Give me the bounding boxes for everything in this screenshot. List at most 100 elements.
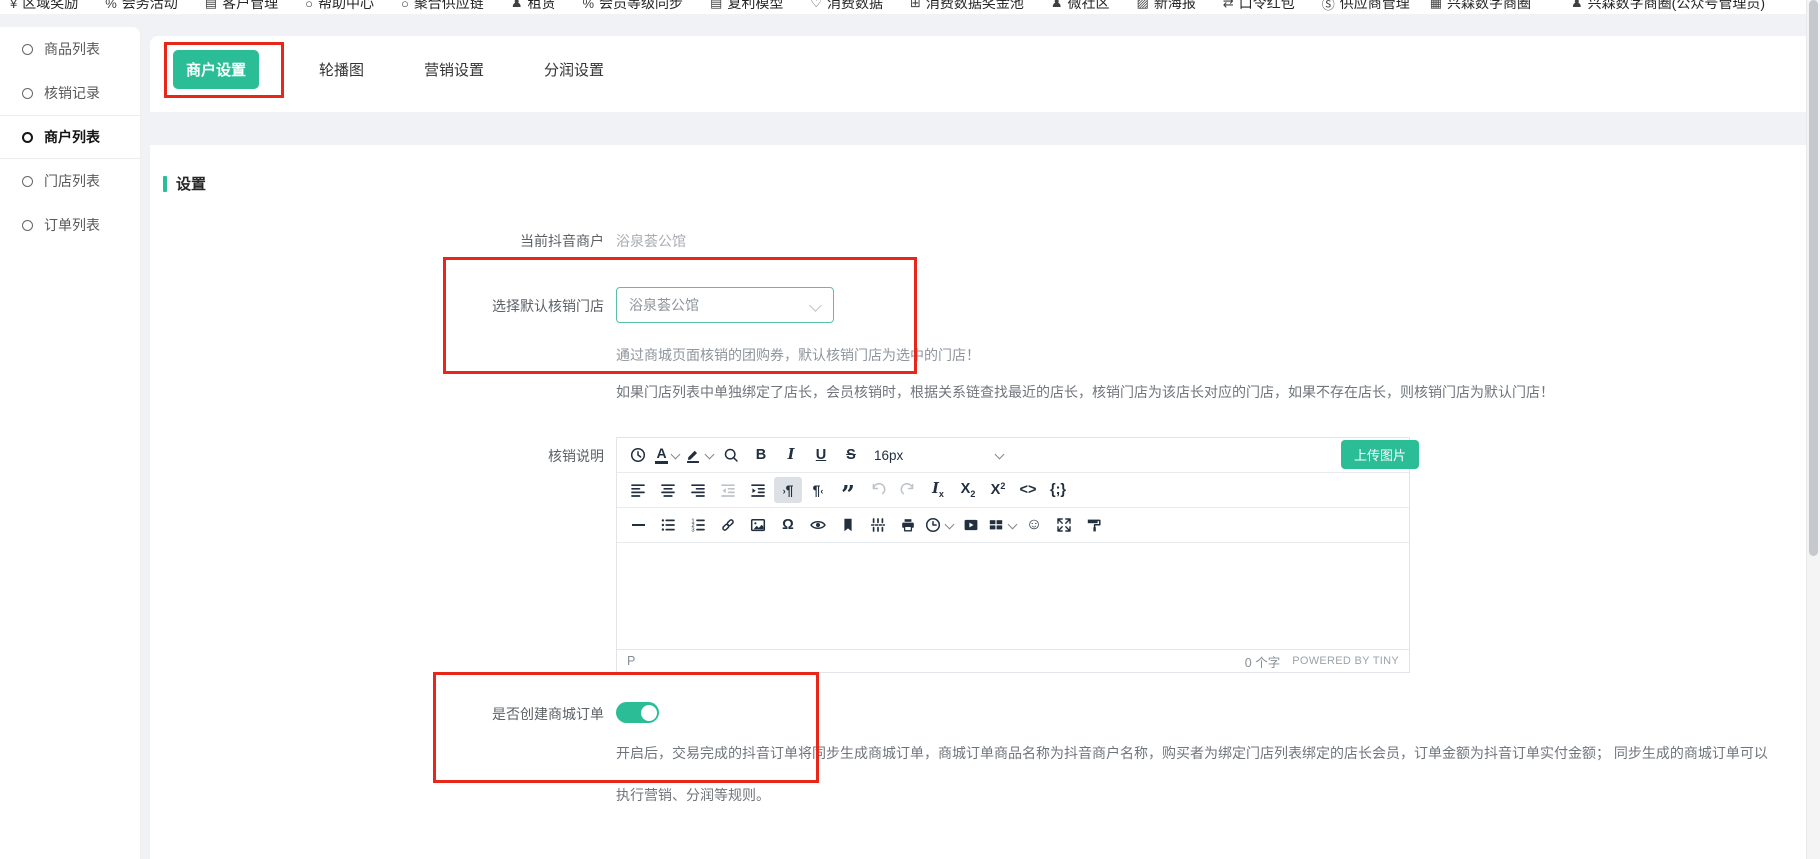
merchant-label: 当前抖音商户 <box>350 231 604 251</box>
editor-toolbar-row-2: ›¶¶‹”IxX2X2<>{;} <box>617 473 1409 508</box>
toolbar-icons: 123 Ω ☺ <box>623 512 1109 538</box>
sidebar-item[interactable]: 商户列表 <box>0 115 140 159</box>
tab-item[interactable]: 分润设置 <box>544 59 604 80</box>
underline-icon[interactable]: U <box>807 442 835 468</box>
chevron-down-icon <box>945 519 955 529</box>
nav-item[interactable]: ♟租赁 <box>511 0 556 13</box>
nav-item-label: 帮助中心 <box>318 0 374 13</box>
emoticon-icon[interactable]: ☺ <box>1020 512 1048 538</box>
section-title-bar-icon <box>163 176 167 192</box>
print-icon[interactable] <box>894 512 922 538</box>
image-icon[interactable] <box>744 512 772 538</box>
clear-format-icon[interactable]: Ix <box>924 477 952 503</box>
numbered-list-icon[interactable]: 123 <box>684 512 712 538</box>
settings-panel: 设置 当前抖音商户 浴泉荟公馆 选择默认核销门店 浴泉荟公馆 通过商城页面核销的… <box>150 145 1806 859</box>
scrollbar-thumb[interactable] <box>1809 0 1818 556</box>
tiny-brand-link[interactable]: POWERED BY TINY <box>1292 655 1399 667</box>
tab-bar: 商户设置 轮播图 营销设置 分润设置 <box>150 36 1806 112</box>
sidebar: 商品列表核销记录商户列表门店列表订单列表 <box>0 27 141 859</box>
link-icon[interactable] <box>714 512 742 538</box>
nav-item[interactable]: ¥区域奖励 <box>10 0 78 13</box>
highlight-color-icon[interactable] <box>684 442 715 468</box>
subscript-icon[interactable]: X2 <box>954 477 982 503</box>
nav-item[interactable]: ▤ 复利模型 <box>710 0 783 13</box>
store-select[interactable]: 浴泉荟公馆 <box>616 287 834 323</box>
sidebar-item[interactable]: 核销记录 <box>0 71 140 115</box>
tab-item[interactable]: 轮播图 <box>319 59 364 80</box>
nav-item[interactable]: Ⓢ供应商管理 <box>1322 0 1410 13</box>
nav-item[interactable]: ♟兴森数字商圈(公众号管理员) <box>1571 0 1765 13</box>
radio-circle-icon <box>22 176 33 187</box>
create-order-toggle[interactable] <box>616 702 659 723</box>
align-center-icon[interactable] <box>654 477 682 503</box>
code-icon[interactable]: <> <box>1014 477 1042 503</box>
nav-item-label: 消费数据 <box>827 0 883 13</box>
nav-item-label: 会务活动 <box>122 0 178 13</box>
insert-time-icon[interactable] <box>924 512 955 538</box>
preview-icon[interactable] <box>804 512 832 538</box>
sidebar-item-label: 门店列表 <box>44 171 100 191</box>
indent-icon[interactable] <box>744 477 772 503</box>
horizontal-rule-icon[interactable] <box>624 512 652 538</box>
outdent-icon <box>714 477 742 503</box>
nav-item[interactable]: ○聚合供应链 <box>401 0 484 13</box>
editor-content-area[interactable] <box>617 543 1409 649</box>
nav-item[interactable]: ▨新海报 <box>1137 0 1196 13</box>
nav-item-label: 消费数据奖金池 <box>926 0 1024 13</box>
sidebar-item[interactable]: 商品列表 <box>0 27 140 71</box>
format-paint-icon[interactable] <box>1080 512 1108 538</box>
bullet-list-icon[interactable] <box>654 512 682 538</box>
chevron-down-icon <box>705 449 715 459</box>
restore-draft-icon[interactable] <box>624 442 652 468</box>
align-left-icon[interactable] <box>624 477 652 503</box>
tab-active[interactable]: 商户设置 <box>173 50 259 89</box>
rtl-icon[interactable]: ¶‹ <box>804 477 832 503</box>
toolbar-icons: ›¶¶‹”IxX2X2<>{;} <box>623 477 1073 503</box>
nav-item[interactable]: %会务活动 <box>105 0 178 13</box>
editor-status-bar: P 0 个字 POWERED BY TINY <box>617 649 1409 672</box>
document-icon: ▤ <box>710 0 722 11</box>
upload-image-button[interactable]: 上传图片 <box>1341 440 1419 469</box>
store-hint: 通过商城页面核销的团购券，默认核销门店为选中的门店！ <box>616 345 980 365</box>
top-nav-account: ▦兴森数字商圈 ♟兴森数字商圈(公众号管理员) <box>1430 0 1765 14</box>
scrollbar[interactable] <box>1806 0 1820 859</box>
percent-icon: % <box>582 0 594 11</box>
nav-item-label: 租赁 <box>527 0 555 13</box>
superscript-icon[interactable]: X2 <box>984 477 1012 503</box>
nav-item-label: 口令红包 <box>1239 0 1295 13</box>
font-size-icon[interactable]: 16px <box>867 442 1012 468</box>
store-select-value: 浴泉荟公馆 <box>629 295 699 315</box>
text-color-icon[interactable]: A <box>654 442 682 468</box>
sidebar-item-label: 订单列表 <box>44 215 100 235</box>
align-right-icon[interactable] <box>684 477 712 503</box>
anchor-icon[interactable] <box>834 512 862 538</box>
page-break-icon[interactable] <box>864 512 892 538</box>
media-icon[interactable] <box>957 512 985 538</box>
code-sample-icon[interactable]: {;} <box>1044 477 1072 503</box>
nav-item[interactable]: ⊞消费数据奖金池 <box>910 0 1024 13</box>
fullscreen-icon[interactable] <box>1050 512 1078 538</box>
nav-item-label: 会员等级同步 <box>599 0 683 13</box>
nav-item[interactable]: ♡消费数据 <box>810 0 883 13</box>
nav-item[interactable]: ♟微社区 <box>1051 0 1110 13</box>
redo-icon <box>894 477 922 503</box>
chevron-down-icon <box>670 449 680 459</box>
tab-item[interactable]: 营销设置 <box>424 59 484 80</box>
special-char-icon[interactable]: Ω <box>774 512 802 538</box>
store-label: 选择默认核销门店 <box>350 296 604 316</box>
nav-item[interactable]: ○帮助中心 <box>305 0 374 13</box>
sidebar-item[interactable]: 订单列表 <box>0 203 140 247</box>
table-icon[interactable] <box>987 512 1018 538</box>
nav-item[interactable]: ⇄口令红包 <box>1223 0 1295 13</box>
strikethrough-icon[interactable]: S <box>837 442 865 468</box>
sidebar-item[interactable]: 门店列表 <box>0 159 140 203</box>
search-icon[interactable] <box>717 442 745 468</box>
nav-item[interactable]: ▤客户管理 <box>205 0 278 13</box>
blockquote-icon[interactable]: ” <box>834 477 862 503</box>
nav-item-label: 复利模型 <box>727 0 783 13</box>
nav-item[interactable]: ▦兴森数字商圈 <box>1430 0 1531 13</box>
italic-icon[interactable]: I <box>777 442 805 468</box>
nav-item[interactable]: % 会员等级同步 <box>582 0 683 13</box>
ltr-icon[interactable]: ›¶ <box>774 477 802 503</box>
bold-icon[interactable]: B <box>747 442 775 468</box>
